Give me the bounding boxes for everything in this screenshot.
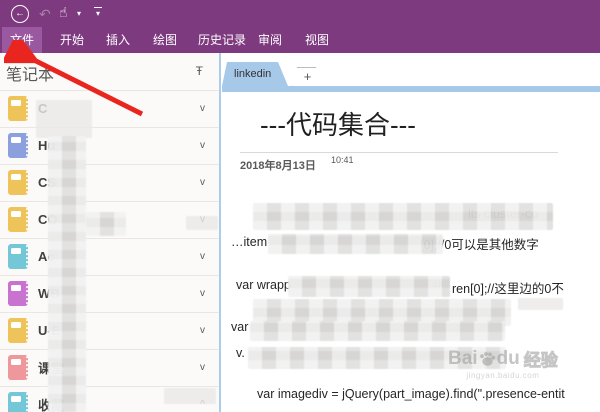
chevron-down-icon[interactable]: v <box>200 251 205 262</box>
notebook-item[interactable]: Hu v <box>0 127 219 163</box>
ribbon-tab-draw[interactable]: 绘图 <box>145 27 185 53</box>
ribbon-tab-file[interactable]: 文件 <box>2 27 42 53</box>
notebook-item[interactable]: WB v <box>0 275 219 311</box>
onenote-window: ← ↶ ☝ ▾ ▾ 文件 开始 插入 绘图 历史记录 审阅 视图 笔记本 Ŧ C… <box>0 0 600 412</box>
notebook-item[interactable]: U-E v <box>0 312 219 348</box>
customize-toolbar-icon[interactable]: ▾ <box>94 7 102 18</box>
blur-patch <box>48 136 86 412</box>
notebook-icon <box>8 318 28 343</box>
blur-patch <box>186 216 218 230</box>
page-tab-linkedin[interactable]: linkedin <box>222 62 288 86</box>
notebook-icon <box>8 355 28 380</box>
notebook-header-label: 笔记本 <box>6 61 54 85</box>
watermark-suffix-text: 经验 <box>524 346 558 371</box>
chevron-down-icon[interactable]: v <box>200 325 205 336</box>
customize-toolbar-bar <box>94 7 102 8</box>
notebook-icon <box>8 281 28 306</box>
ribbon-tab-home[interactable]: 开始 <box>52 27 92 53</box>
blur-patch <box>518 298 563 310</box>
chevron-down-icon[interactable]: v <box>200 177 205 188</box>
code-fragment[interactable]: v. <box>236 346 245 360</box>
watermark-du-text: du <box>497 348 520 370</box>
code-fragment[interactable]: …item <box>231 235 267 249</box>
customize-toolbar-caret: ▾ <box>96 9 100 18</box>
blur-patch <box>250 321 505 341</box>
ribbon-tab-view[interactable]: 视图 <box>297 27 337 53</box>
undo-icon[interactable]: ↶ <box>39 6 51 23</box>
watermark-bai-text: Bai <box>448 348 478 370</box>
blur-patch <box>253 203 553 230</box>
chevron-down-icon[interactable]: v <box>200 140 205 151</box>
baidu-watermark: Bai du 经验 jingyan.baidu.com <box>448 346 558 380</box>
notebook-sidebar: 笔记本 Ŧ C v Hu v CS v CO v Ac v <box>0 53 221 412</box>
title-divider <box>240 152 558 153</box>
ribbon-tab-history[interactable]: 历史记录 <box>190 27 254 53</box>
code-fragment[interactable]: ren[0];//这里边的0不 <box>452 278 564 297</box>
touch-mode-dropdown-icon[interactable]: ▾ <box>77 9 81 18</box>
baidu-paw-icon <box>479 351 496 367</box>
code-fragment[interactable]: var wrapp <box>236 278 291 292</box>
add-page-tab-button[interactable]: + <box>291 67 324 88</box>
chevron-down-icon[interactable]: v <box>200 288 205 299</box>
notebook-icon <box>8 244 28 269</box>
watermark-url: jingyan.baidu.com <box>448 371 558 380</box>
blur-patch <box>36 100 92 138</box>
blur-patch <box>288 276 450 297</box>
blur-patch <box>86 212 126 236</box>
notebook-item[interactable]: 课堂 v <box>0 349 219 385</box>
page-date: 2018年8月13日 <box>240 157 316 173</box>
notebook-item[interactable]: Ac v <box>0 238 219 274</box>
notebook-item[interactable]: CS v <box>0 164 219 200</box>
code-line[interactable]: var imagediv = jQuery(part_image).find("… <box>257 387 565 401</box>
notebook-icon <box>8 170 28 195</box>
page-title[interactable]: ---代码集合--- <box>260 105 416 142</box>
back-icon[interactable]: ← <box>11 5 29 23</box>
blur-patch <box>164 388 216 404</box>
touch-mode-icon[interactable]: ☝ <box>59 4 68 21</box>
notebook-icon <box>8 207 28 232</box>
notebook-header: 笔记本 Ŧ <box>0 53 219 90</box>
chevron-down-icon[interactable]: v <box>200 103 205 114</box>
pin-icon[interactable]: Ŧ <box>196 64 203 78</box>
ribbon-tab-insert[interactable]: 插入 <box>98 27 138 53</box>
ribbon: ← ↶ ☝ ▾ ▾ 文件 开始 插入 绘图 历史记录 审阅 视图 <box>0 0 600 53</box>
chevron-down-icon[interactable]: v <box>200 362 205 373</box>
ribbon-tab-review[interactable]: 审阅 <box>250 27 290 53</box>
notebook-icon <box>8 96 28 121</box>
note-page[interactable]: ---代码集合--- 2018年8月13日 10:41 lts cluster-… <box>222 92 600 412</box>
notebook-icon <box>8 133 28 158</box>
code-fragment[interactable]: var <box>231 320 248 334</box>
page-time: 10:41 <box>331 155 354 165</box>
blur-patch <box>268 234 443 254</box>
notebook-item[interactable]: C v <box>0 90 219 126</box>
notebook-icon <box>8 392 28 412</box>
